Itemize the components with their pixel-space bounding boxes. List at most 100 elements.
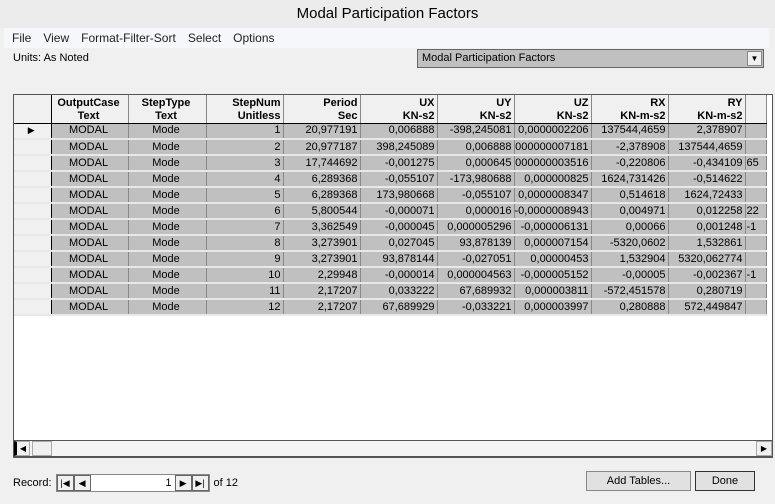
table-cell[interactable]: 173,980668 — [360, 187, 438, 204]
table-cell[interactable]: Mode — [128, 267, 207, 284]
table-cell[interactable]: 0,004971 — [591, 203, 669, 220]
table-cell[interactable]: MODAL — [51, 299, 129, 316]
table-row[interactable]: MODAL Mode 4 6,289368 -0,055107 -173,980688 0,… — [14, 171, 767, 188]
table-cell[interactable]: 0,027045 — [360, 235, 438, 252]
row-selector[interactable] — [14, 251, 52, 268]
row-selector[interactable] — [14, 235, 52, 252]
table-cell[interactable]: 3 — [206, 155, 284, 172]
table-cell[interactable]: 22 — [745, 203, 767, 220]
table-cell[interactable]: MODAL — [51, 123, 129, 140]
row-selector[interactable]: ▶ — [14, 123, 52, 140]
table-cell[interactable]: Mode — [128, 299, 207, 316]
table-cell[interactable]: -1 — [745, 219, 767, 236]
table-cell[interactable]: 0,033222 — [360, 283, 438, 300]
table-cell[interactable]: -1 — [745, 267, 767, 284]
table-cell[interactable]: -0,0000008943 — [514, 203, 592, 220]
table-cell[interactable]: MODAL — [51, 267, 129, 284]
table-cell[interactable]: 0,000004563 — [437, 267, 515, 284]
table-cell[interactable]: -0,000071 — [360, 203, 438, 220]
table-cell[interactable]: MODAL — [51, 155, 129, 172]
next-record-icon[interactable]: ▶ — [174, 475, 192, 491]
table-cell[interactable]: -0,033221 — [437, 299, 515, 316]
table-cell[interactable]: 0,001248 — [668, 219, 746, 236]
table-row[interactable]: MODAL Mode 11 2,17207 0,033222 67,689932 0,000… — [14, 283, 767, 300]
table-cell[interactable]: Mode — [128, 235, 207, 252]
row-selector[interactable] — [14, 187, 52, 204]
table-cell[interactable]: 0,280888 — [591, 299, 669, 316]
table-cell[interactable]: 9 — [206, 251, 284, 268]
column-header[interactable]: StepType Text — [128, 95, 207, 124]
table-cell[interactable]: -0,000005152 — [514, 267, 592, 284]
table-cell[interactable]: 2,29948 — [283, 267, 361, 284]
table-cell[interactable]: 4 — [206, 171, 284, 188]
menu-format-filter-sort[interactable]: Format-Filter-Sort — [81, 28, 176, 48]
chevron-down-icon[interactable]: ▼ — [747, 51, 762, 66]
table-cell[interactable]: MODAL — [51, 139, 129, 156]
table-cell[interactable]: MODAL — [51, 171, 129, 188]
prev-record-icon[interactable]: ◀ — [73, 475, 91, 491]
table-cell[interactable]: 000000007181 — [514, 139, 592, 156]
table-row[interactable]: MODAL Mode 9 3,273901 93,878144 -0,027051 0,00… — [14, 251, 767, 268]
table-cell[interactable]: -2,378908 — [591, 139, 669, 156]
table-cell[interactable]: 67,689932 — [437, 283, 515, 300]
table-row[interactable]: ▶ MODAL Mode 1 20,977191 0,006888 -398,245081 0… — [14, 123, 767, 140]
table-cell[interactable]: -5320,0602 — [591, 235, 669, 252]
table-cell[interactable]: Mode — [128, 171, 207, 188]
table-row[interactable]: MODAL Mode 6 5,800544 -0,000071 0,000016 -0,00… — [14, 203, 767, 220]
table-cell[interactable]: MODAL — [51, 283, 129, 300]
table-cell[interactable]: Mode — [128, 219, 207, 236]
row-selector[interactable] — [14, 155, 52, 172]
table-cell[interactable]: 0,280719 — [668, 283, 746, 300]
column-header[interactable]: RX KN-m-s2 — [591, 95, 669, 124]
menu-select[interactable]: Select — [188, 28, 221, 48]
table-cell[interactable]: 3,273901 — [283, 251, 361, 268]
table-cell[interactable]: 3,362549 — [283, 219, 361, 236]
table-row[interactable]: MODAL Mode 5 6,289368 173,980668 -0,055107 0,0… — [14, 187, 767, 204]
table-row[interactable]: MODAL Mode 10 2,29948 -0,000014 0,000004563 -0… — [14, 267, 767, 284]
column-header[interactable] — [745, 95, 767, 124]
table-cell[interactable]: -572,451578 — [591, 283, 669, 300]
table-cell[interactable]: 1,532904 — [591, 251, 669, 268]
table-cell[interactable]: 137544,4659 — [668, 139, 746, 156]
table-cell[interactable]: 1624,72433 — [668, 187, 746, 204]
table-row[interactable]: MODAL Mode 2 20,977187 398,245089 0,006888 000… — [14, 139, 767, 156]
table-cell[interactable]: Mode — [128, 203, 207, 220]
horizontal-scrollbar[interactable]: ◀ ▶ — [13, 440, 773, 457]
table-cell[interactable]: 0,000003811 — [514, 283, 592, 300]
row-selector[interactable] — [14, 203, 52, 220]
table-cell[interactable]: 5,800544 — [283, 203, 361, 220]
row-selector[interactable] — [14, 267, 52, 284]
table-cell[interactable]: -0,000045 — [360, 219, 438, 236]
table-cell[interactable]: MODAL — [51, 219, 129, 236]
scroll-thumb[interactable] — [32, 441, 52, 456]
table-cell[interactable]: 6 — [206, 203, 284, 220]
table-cell[interactable]: -0,000014 — [360, 267, 438, 284]
row-selector[interactable] — [14, 219, 52, 236]
table-cell[interactable]: 10 — [206, 267, 284, 284]
table-cell[interactable]: MODAL — [51, 251, 129, 268]
menu-options[interactable]: Options — [233, 28, 274, 48]
table-cell[interactable]: 12 — [206, 299, 284, 316]
table-cell[interactable]: 0,000003997 — [514, 299, 592, 316]
row-selector[interactable] — [14, 283, 52, 300]
first-record-icon[interactable]: |◀ — [56, 475, 74, 491]
table-cell[interactable] — [745, 299, 767, 316]
table-cell[interactable]: 2,17207 — [283, 283, 361, 300]
table-cell[interactable] — [745, 171, 767, 188]
table-cell[interactable] — [745, 123, 767, 140]
table-cell[interactable]: 1 — [206, 123, 284, 140]
row-selector[interactable] — [14, 299, 52, 316]
table-cell[interactable]: -173,980688 — [437, 171, 515, 188]
table-cell[interactable]: 5 — [206, 187, 284, 204]
record-number-input[interactable] — [90, 475, 175, 491]
table-cell[interactable]: -0,000006131 — [514, 219, 592, 236]
column-header[interactable]: UY KN-s2 — [437, 95, 515, 124]
table-cell[interactable]: MODAL — [51, 235, 129, 252]
table-row[interactable]: MODAL Mode 3 17,744692 -0,001275 0,000645 0000… — [14, 155, 767, 172]
table-cell[interactable]: 2,378907 — [668, 123, 746, 140]
column-header[interactable]: Period Sec — [283, 95, 361, 124]
done-button[interactable]: Done — [695, 471, 755, 491]
table-cell[interactable]: 20,977187 — [283, 139, 361, 156]
table-cell[interactable]: 2 — [206, 139, 284, 156]
table-cell[interactable] — [745, 235, 767, 252]
